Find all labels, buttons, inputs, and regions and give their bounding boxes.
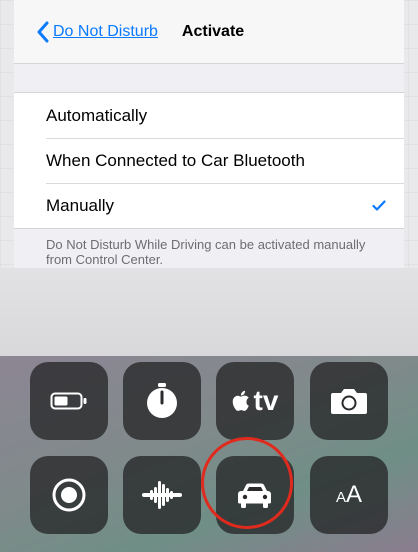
screen-recording-icon <box>52 478 86 512</box>
activate-options-list: Automatically When Connected to Car Blue… <box>14 93 404 228</box>
navigation-bar: Do Not Disturb Activate <box>14 0 404 64</box>
text-size-big-letter: A <box>346 481 363 508</box>
checkmark-icon <box>372 200 386 211</box>
text-size-button[interactable]: A A <box>310 456 388 534</box>
apple-logo-icon <box>232 390 249 411</box>
timer-icon <box>147 383 177 418</box>
hearing-button[interactable] <box>123 456 201 534</box>
page-title: Activate <box>181 22 245 40</box>
camera-button[interactable] <box>310 362 388 440</box>
low-power-mode-button[interactable] <box>30 362 108 440</box>
text-size-small-letter: A <box>335 489 346 506</box>
do-not-disturb-while-driving-button[interactable] <box>216 456 294 534</box>
back-button[interactable]: Do Not Disturb <box>36 21 158 43</box>
screen-recording-button[interactable] <box>30 456 108 534</box>
settings-panel: Do Not Disturb Activate Automatically Wh… <box>14 0 404 268</box>
apple-tv-label: tv <box>253 385 279 416</box>
car-icon <box>238 483 271 508</box>
timer-button[interactable] <box>123 362 201 440</box>
apple-tv-remote-button[interactable]: tv <box>216 362 294 440</box>
option-automatically[interactable]: Automatically <box>14 93 404 138</box>
battery-icon <box>50 392 87 410</box>
camera-icon <box>331 389 367 414</box>
hearing-waveform-icon <box>142 481 182 509</box>
chevron-left-icon <box>37 21 49 42</box>
back-button-label: Do Not Disturb <box>53 22 158 40</box>
option-label: Manually <box>46 195 115 215</box>
option-label: Automatically <box>46 105 148 125</box>
section-spacer <box>14 64 404 93</box>
option-label: When Connected to Car Bluetooth <box>46 150 305 170</box>
option-car-bluetooth[interactable]: When Connected to Car Bluetooth <box>14 138 404 183</box>
footer-note: Do Not Disturb While Driving can be acti… <box>14 228 404 267</box>
text-size-icon: A A <box>336 481 362 509</box>
option-manually[interactable]: Manually <box>14 183 404 228</box>
blurred-overlay <box>0 268 418 358</box>
